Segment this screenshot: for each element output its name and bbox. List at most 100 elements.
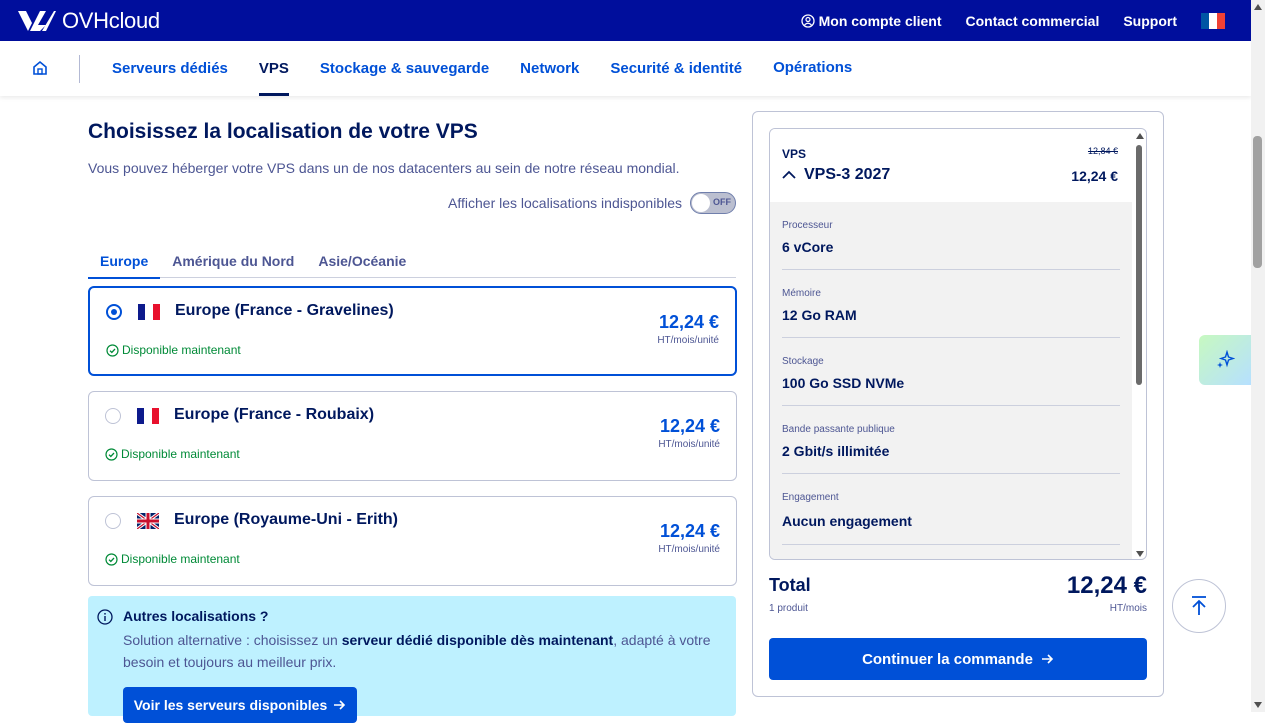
spec-bandwidth: Bande passante publique 2 Gbit/s illimit… [782, 406, 1120, 474]
product-price: 12,24 € [1071, 168, 1118, 184]
arrow-right-icon [1041, 654, 1054, 664]
availability-status: Disponible maintenant [106, 343, 241, 357]
product-name: VPS-3 2027 [804, 166, 891, 183]
tab-north-america[interactable]: Amérique du Nord [160, 244, 306, 278]
support-link[interactable]: Support [1123, 13, 1177, 29]
region-tabs: Europe Amérique du Nord Asie/Océanie [88, 244, 736, 279]
account-link-label: Mon compte client [818, 12, 942, 29]
tab-asia-oceania[interactable]: Asie/Océanie [306, 244, 418, 278]
location-card-erith[interactable]: Europe (Royaume-Uni - Erith) Disponible … [88, 496, 737, 586]
nav-item-vps[interactable]: VPS [258, 41, 289, 96]
nav-item-operations[interactable]: Opérations [773, 41, 852, 96]
spec-value: 100 Go SSD NVMe [782, 375, 905, 391]
location-name: Europe (Royaume-Uni - Erith) [174, 511, 399, 528]
price-value: 12,24 € [659, 521, 720, 541]
button-label: Voir les serveurs disponibles [133, 697, 328, 713]
price-unit: HT/mois/unité [657, 335, 719, 346]
tab-europe[interactable]: Europe [88, 244, 161, 279]
spec-commitment: Engagement Aucun engagement [782, 474, 1120, 545]
spec-storage: Stockage 100 Go SSD NVMe [782, 338, 1120, 406]
unavailable-locations-label: Afficher les localisations indisponibles [448, 195, 682, 211]
account-link[interactable]: Mon compte client [800, 12, 942, 29]
ovhcloud-logo[interactable]: OVHcloud [16, 8, 160, 34]
availability-status: Disponible maintenant [105, 552, 240, 566]
flag-uk-icon [137, 513, 159, 529]
spec-memory: Mémoire 12 Go RAM [782, 270, 1120, 338]
total-label: Total [769, 575, 811, 595]
total-product-count: 1 produit [769, 603, 808, 614]
button-label: Continuer la commande [862, 650, 1033, 668]
top-header-bar: OVHcloud Mon compte client Contact comme… [0, 0, 1251, 41]
availability-text: Disponible maintenant [121, 552, 240, 566]
user-circle-icon [800, 13, 815, 28]
location-radio[interactable] [106, 304, 122, 320]
page-scroll-up-icon[interactable] [1254, 4, 1262, 10]
spec-label: Engagement [782, 492, 839, 503]
price-unit: HT/mois/unité [658, 544, 720, 555]
spec-label: Mémoire [782, 288, 821, 299]
main-navigation: Serveurs dédiés VPS Stockage & sauvegard… [0, 41, 1251, 96]
flag-france-icon[interactable] [1201, 12, 1225, 29]
location-name: Europe (France - Gravelines) [175, 302, 394, 319]
spec-label: Processeur [782, 220, 833, 231]
toggle-state-label: OFF [713, 197, 731, 207]
location-price: 12,24 € HT/mois/unité [658, 416, 720, 450]
page-title: Choisissez la localisation de votre VPS [88, 120, 478, 143]
back-to-top-button[interactable] [1172, 579, 1226, 633]
location-name: Europe (France - Roubaix) [174, 406, 375, 423]
location-price: 12,24 € HT/mois/unité [658, 521, 720, 555]
nav-item-dedicated-servers[interactable]: Serveurs dédiés [112, 41, 228, 96]
spec-processor: Processeur 6 vCore [782, 202, 1120, 270]
availability-text: Disponible maintenant [121, 447, 240, 461]
location-card-roubaix[interactable]: Europe (France - Roubaix) Disponible mai… [88, 391, 737, 481]
check-circle-icon [105, 552, 118, 566]
flag-france-icon [138, 304, 160, 320]
total-unit: HT/mois [1109, 603, 1147, 614]
product-specs: Processeur 6 vCore Mémoire 12 Go RAM Sto… [770, 202, 1132, 559]
banner-text-start: Solution alternative : choisissez un [123, 632, 342, 648]
contact-sales-link[interactable]: Contact commercial [966, 13, 1100, 29]
check-circle-icon [105, 447, 118, 461]
location-card-gravelines[interactable]: Europe (France - Gravelines) Disponible … [88, 286, 737, 376]
product-category: VPS [782, 147, 807, 161]
nav-item-storage-backup[interactable]: Stockage & sauvegarde [320, 41, 489, 96]
continue-order-button[interactable]: Continuer la commande [769, 638, 1147, 680]
scroll-down-arrow-icon[interactable] [1136, 551, 1144, 557]
price-unit: HT/mois/unité [658, 439, 720, 450]
spec-value: 6 vCore [782, 239, 834, 255]
view-available-servers-button[interactable]: Voir les serveurs disponibles [123, 687, 357, 723]
order-summary-panel: VPS VPS-3 2027 12,84 € 12,24 € Processeu… [752, 111, 1164, 697]
ovhcloud-logo-icon [18, 11, 56, 31]
page-subtitle: Vous pouvez héberger votre VPS dans un d… [88, 160, 680, 176]
home-icon[interactable] [31, 59, 49, 77]
summary-product-header[interactable]: VPS VPS-3 2027 12,84 € 12,24 € [770, 129, 1132, 202]
price-value: 12,24 € [658, 312, 719, 332]
other-locations-banner: Autres localisations ? Solution alternat… [88, 596, 736, 723]
nav-item-network[interactable]: Network [520, 41, 579, 96]
nav-item-security-identity[interactable]: Securité & identité [610, 41, 742, 96]
location-radio[interactable] [105, 408, 121, 424]
total-price: 12,24 € [1066, 572, 1147, 599]
location-radio[interactable] [105, 513, 121, 529]
chevron-up-icon[interactable] [782, 170, 796, 180]
summary-product-box: VPS VPS-3 2027 12,84 € 12,24 € Processeu… [769, 128, 1147, 560]
flag-france-icon [137, 408, 159, 424]
banner-text-bold: serveur dédié disponible dès maintenant [341, 632, 614, 648]
arrow-up-to-top-icon [1192, 596, 1206, 615]
arrow-right-icon [334, 700, 346, 710]
ai-assistant-button[interactable] [1199, 335, 1251, 385]
check-circle-icon [106, 343, 119, 357]
page-scrollbar-thumb[interactable] [1253, 136, 1262, 268]
price-value: 12,24 € [659, 416, 720, 436]
spec-value: 2 Gbit/s illimitée [782, 443, 890, 459]
page-scrollbar[interactable] [1251, 0, 1265, 712]
summary-scrollbar-thumb[interactable] [1136, 145, 1142, 385]
spec-label: Bande passante publique [782, 424, 895, 435]
logo-text: OVHcloud [62, 8, 160, 33]
scroll-up-arrow-icon[interactable] [1136, 133, 1144, 139]
page-scroll-down-icon[interactable] [1254, 702, 1262, 708]
unavailable-locations-toggle[interactable]: OFF [690, 192, 736, 214]
nav-divider [79, 55, 80, 83]
location-price: 12,24 € HT/mois/unité [657, 312, 719, 346]
spec-label: Stockage [782, 356, 824, 367]
